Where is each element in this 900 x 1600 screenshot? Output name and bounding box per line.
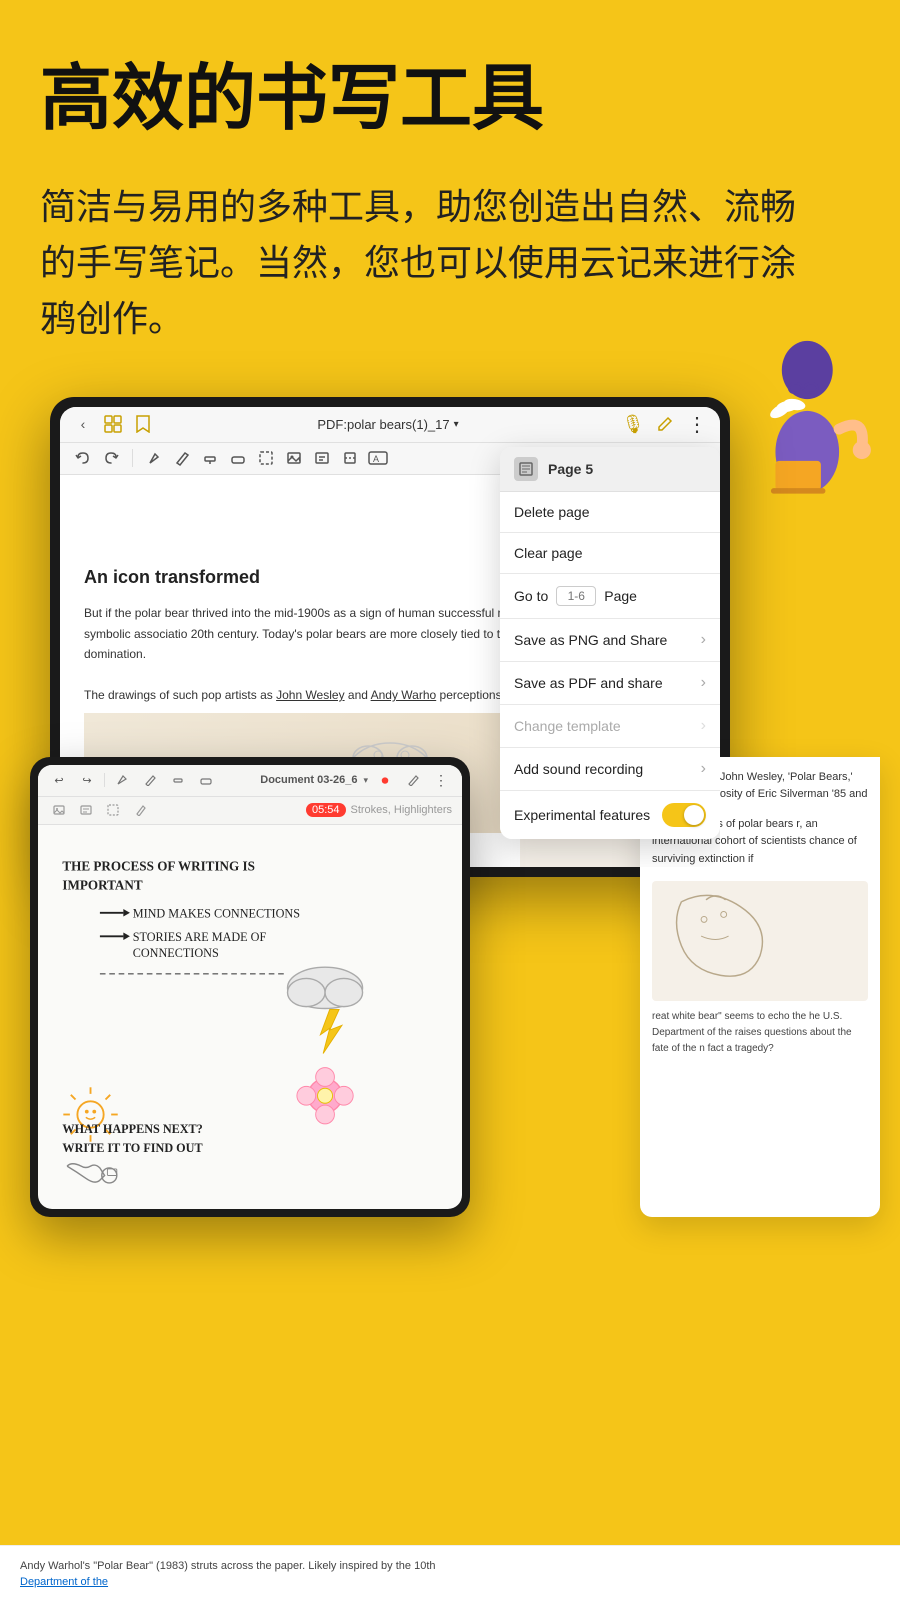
selection-tool[interactable] [255, 447, 277, 469]
title-chevron: ▾ [454, 419, 459, 430]
dropdown-menu: Page 5 Delete page Clear page Go to Page [500, 447, 720, 839]
second-eraser[interactable] [195, 769, 217, 791]
pen-tool[interactable] [143, 447, 165, 469]
experimental-toggle[interactable] [662, 803, 706, 827]
ipad-second-screen: ↩ ↪ Document 03-26_6 ▾ ⏺ [38, 765, 462, 1209]
save-png-item[interactable]: Save as PNG and Share › [500, 619, 720, 662]
undo-button[interactable] [72, 447, 94, 469]
save-pdf-label: Save as PDF and share [514, 675, 663, 691]
second-edit[interactable] [402, 769, 424, 791]
save-pdf-item[interactable]: Save as PDF and share › [500, 662, 720, 705]
handwriting-area: THE PROCESS OF WRITING IS IMPORTANT MIND… [38, 825, 462, 1207]
main-toolbar: ‹ PDF:polar bears(1)_17 ▾ 🎙 ⋮ [60, 407, 720, 443]
clear-page-item[interactable]: Clear page [500, 533, 720, 574]
svg-text:CONNECTIONS: CONNECTIONS [133, 945, 219, 959]
text-recognition-tool[interactable]: A [367, 447, 389, 469]
bookmark-icon[interactable] [132, 413, 154, 435]
s2-text[interactable] [75, 799, 97, 821]
bottom-text: Andy Warhol's "Polar Bear" (1983) struts… [20, 1558, 880, 1575]
pencil-tool[interactable] [171, 447, 193, 469]
goto-item[interactable]: Go to Page [500, 574, 720, 619]
change-template-arrow: › [701, 717, 706, 735]
experimental-item[interactable]: Experimental features [500, 791, 720, 839]
delete-page-item[interactable]: Delete page [500, 492, 720, 533]
s2-select[interactable] [129, 799, 151, 821]
pencil-button[interactable] [654, 413, 676, 435]
dropdown-header: Page 5 [500, 447, 720, 492]
grid-icon[interactable] [102, 413, 124, 435]
svg-text:MIND MAKES CONNECTIONS: MIND MAKES CONNECTIONS [133, 906, 300, 920]
department-link[interactable]: Department of the [20, 1576, 880, 1588]
second-toolbar: ↩ ↪ Document 03-26_6 ▾ ⏺ [38, 765, 462, 797]
hero-title: 高效的书写工具 [40, 60, 860, 139]
save-pdf-arrow: › [701, 674, 706, 692]
right-body-3: reat white bear" seems to echo the he U.… [652, 1009, 868, 1057]
page-label: Page [604, 588, 637, 604]
second-pen[interactable] [111, 769, 133, 791]
devices-area: ‹ PDF:polar bears(1)_17 ▾ 🎙 ⋮ [0, 397, 900, 1397]
right-sketch-area [652, 881, 868, 1001]
ipad-second: ↩ ↪ Document 03-26_6 ▾ ⏺ [30, 757, 470, 1217]
handwriting-svg: THE PROCESS OF WRITING IS IMPORTANT MIND… [53, 835, 447, 1197]
more-button[interactable]: ⋮ [686, 413, 708, 435]
mic-button[interactable]: 🎙 [622, 413, 644, 435]
strokes-label: Strokes, Highlighters [351, 804, 453, 816]
bottom-text-bar: Andy Warhol's "Polar Bear" (1983) struts… [0, 1545, 900, 1600]
second-pencil[interactable] [139, 769, 161, 791]
second-highlighter[interactable] [167, 769, 189, 791]
timer-badge: 05:54 [306, 803, 346, 817]
second-undo[interactable]: ↩ [48, 769, 70, 791]
clear-page-label: Clear page [514, 545, 583, 561]
second-redo[interactable]: ↪ [76, 769, 98, 791]
s2-img[interactable] [48, 799, 70, 821]
page-icon [514, 457, 538, 481]
second-more[interactable]: ⋮ [430, 769, 452, 791]
dropdown-page-label: Page 5 [548, 461, 593, 477]
toggle-knob [684, 805, 704, 825]
s2-crop[interactable] [102, 799, 124, 821]
back-button[interactable]: ‹ [72, 413, 94, 435]
add-sound-label: Add sound recording [514, 761, 643, 777]
toolbar-right: 🎙 ⋮ [622, 413, 708, 435]
goto-label: Go to [514, 588, 548, 604]
image-tool[interactable] [283, 447, 305, 469]
delete-page-label: Delete page [514, 504, 590, 520]
hero-section: 高效的书写工具 简洁与易用的多种工具，助您创造出自然、流畅的手写笔记。当然，您也… [0, 0, 900, 367]
doc-name: Document 03-26_6 [260, 774, 357, 786]
highlighter-tool[interactable] [199, 447, 221, 469]
second-record[interactable]: ⏺ [374, 769, 396, 791]
crop-tool[interactable] [339, 447, 361, 469]
add-sound-arrow: › [701, 760, 706, 778]
add-sound-item[interactable]: Add sound recording › [500, 748, 720, 791]
change-template-item[interactable]: Change template › [500, 705, 720, 748]
svg-text:WRITE IT TO FIND OUT: WRITE IT TO FIND OUT [62, 1141, 202, 1155]
doc-title: PDF:polar bears(1)_17 ▾ [162, 417, 614, 432]
svg-text:THE PROCESS OF WRITING IS: THE PROCESS OF WRITING IS [62, 858, 255, 873]
text-tool[interactable] [311, 447, 333, 469]
svg-text:STORIES ARE MADE OF: STORIES ARE MADE OF [133, 930, 267, 944]
goto-page-input[interactable] [556, 586, 596, 606]
experimental-label: Experimental features [514, 807, 650, 823]
andy-warhol-link[interactable]: Andy Warho [371, 688, 437, 702]
svg-text:IMPORTANT: IMPORTANT [62, 877, 142, 892]
john-wesley-link[interactable]: John Wesley [276, 688, 344, 702]
goto-input-group: Go to Page [514, 586, 637, 606]
save-png-arrow: › [701, 631, 706, 649]
svg-text:WHAT HAPPENS NEXT?: WHAT HAPPENS NEXT? [62, 1122, 202, 1136]
change-template-label: Change template [514, 718, 621, 734]
eraser-tool[interactable] [227, 447, 249, 469]
save-png-label: Save as PNG and Share [514, 632, 667, 648]
svg-text:A: A [373, 454, 379, 464]
redo-button[interactable] [100, 447, 122, 469]
second-secondary-toolbar: 05:54 Strokes, Highlighters [38, 797, 462, 825]
